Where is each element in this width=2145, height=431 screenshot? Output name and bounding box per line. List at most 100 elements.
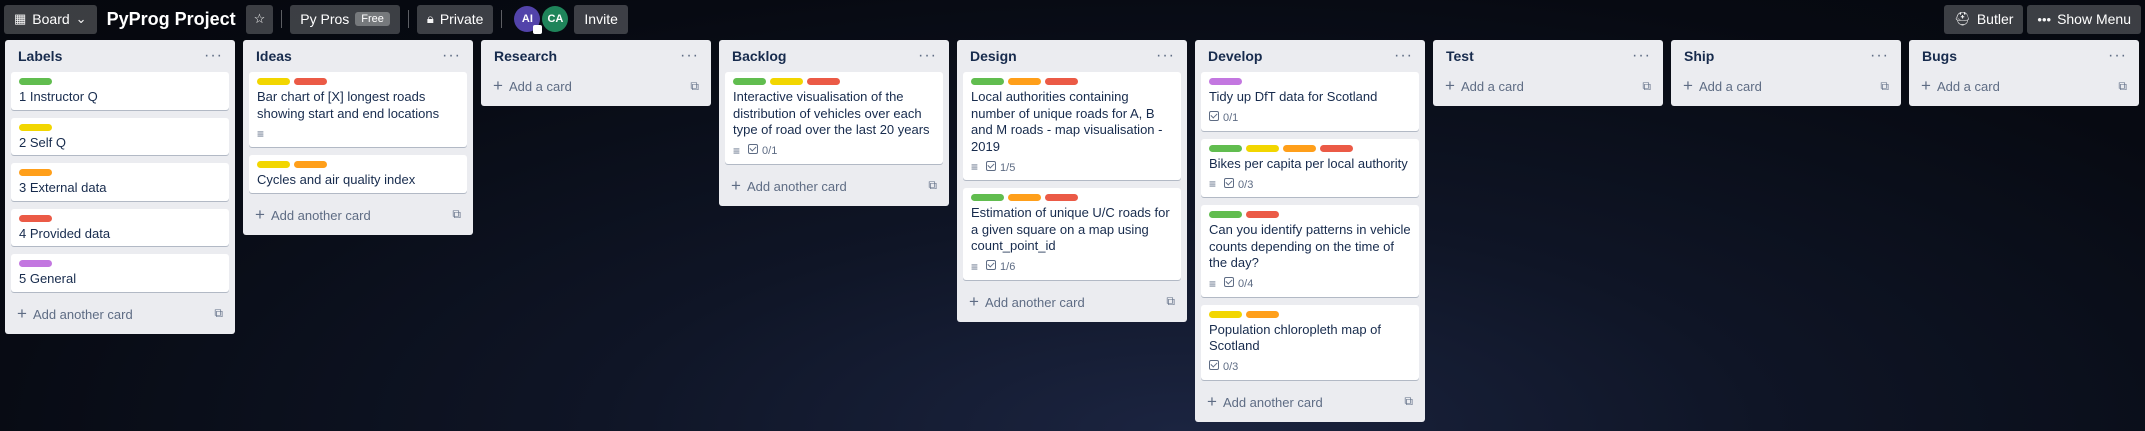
list-title[interactable]: Labels [18,48,62,64]
list-title[interactable]: Design [970,48,1017,64]
list-header[interactable]: Ideas ··· [249,40,467,72]
card-template-icon[interactable]: ⧉ [1880,79,1889,94]
more-icon[interactable]: ··· [1870,48,1889,64]
label-orange[interactable] [1283,144,1316,152]
label-red[interactable] [1045,194,1078,201]
card-labels [1209,310,1411,318]
label-yellow[interactable] [770,78,803,85]
card-template-icon[interactable]: ⧉ [214,306,223,321]
list-title[interactable]: Backlog [732,48,786,64]
more-icon[interactable]: ··· [1156,48,1175,64]
add-card-button[interactable]: + Add another card [17,304,133,324]
more-icon[interactable]: ··· [1632,48,1651,64]
label-yellow[interactable] [1209,310,1242,318]
butler-button[interactable]: ⛑ Butler [1944,4,2024,34]
invite-button[interactable]: Invite [574,4,628,34]
list-title[interactable]: Test [1446,48,1474,64]
list-card[interactable]: 3 External data [11,163,229,201]
star-button[interactable]: ☆ [245,4,274,34]
label-red[interactable] [19,214,52,222]
card-template-icon[interactable]: ⧉ [690,79,699,94]
list-card[interactable]: Bar chart of [X] longest roads showing s… [249,72,467,147]
add-card-button[interactable]: + Add a card [493,76,572,96]
card-template-icon[interactable]: ⧉ [452,207,461,222]
board-view-switcher[interactable]: ▦ Board ⌄ [4,4,97,34]
label-red[interactable] [1045,78,1078,85]
card-title: Can you identify patterns in vehicle cou… [1209,222,1411,270]
label-purple[interactable] [19,260,52,267]
add-card-button[interactable]: + Add another card [255,205,371,225]
more-icon[interactable]: ··· [2108,48,2127,64]
label-green[interactable] [971,194,1004,201]
label-orange[interactable] [1246,310,1279,318]
label-green[interactable] [1209,144,1242,152]
list-research: Research ··· + Add a card ⧉ [481,40,711,106]
list-header[interactable]: Develop ··· [1201,40,1419,72]
list-card[interactable]: 1 Instructor Q [11,72,229,110]
list-header[interactable]: Backlog ··· [725,40,943,72]
list-title[interactable]: Develop [1208,48,1262,64]
list-card[interactable]: Interactive visualisation of the distrib… [725,72,943,164]
avatar[interactable]: AI [514,6,543,34]
list-card[interactable]: Cycles and air quality index [249,155,467,193]
add-card-button[interactable]: + Add another card [969,292,1085,312]
list-card[interactable]: Can you identify patterns in vehicle cou… [1201,205,1419,297]
list-title[interactable]: Ship [1684,48,1714,64]
label-orange[interactable] [1008,194,1041,201]
add-card-button[interactable]: + Add another card [1207,392,1323,412]
more-icon[interactable]: ··· [1394,48,1413,64]
list-card[interactable]: Bikes per capita per local authority ≡ 0/3 [1201,138,1419,197]
card-template-icon[interactable]: ⧉ [928,178,937,193]
list-header[interactable]: Ship ··· [1677,40,1895,72]
label-red[interactable] [294,78,327,85]
more-icon[interactable]: ··· [204,48,223,64]
label-yellow[interactable] [257,161,290,168]
label-orange[interactable] [294,161,327,168]
list-card[interactable]: Population chloropleth map of Scotland 0/… [1201,304,1419,380]
add-card-button[interactable]: + Add a card [1921,76,2000,96]
label-yellow[interactable] [19,123,52,131]
list-title[interactable]: Ideas [256,48,292,64]
label-purple[interactable] [1209,78,1242,85]
label-green[interactable] [733,78,766,85]
list-title[interactable]: Bugs [1922,48,1957,64]
add-card-button[interactable]: + Add another card [731,176,847,196]
list-title[interactable]: Research [494,48,557,64]
label-yellow[interactable] [257,78,290,85]
card-template-icon[interactable]: ⧉ [1166,294,1175,309]
list-header[interactable]: Test ··· [1439,40,1657,72]
add-card-button[interactable]: + Add a card [1683,76,1762,96]
more-icon[interactable]: ··· [918,48,937,64]
label-green[interactable] [1209,211,1242,218]
card-template-icon[interactable]: ⧉ [1404,394,1413,409]
list-header[interactable]: Research ··· [487,40,705,72]
more-icon[interactable]: ··· [442,48,461,64]
label-yellow[interactable] [1246,144,1279,152]
label-orange[interactable] [19,169,52,176]
avatar[interactable]: CA [542,6,569,32]
card-template-icon[interactable]: ⧉ [1642,79,1651,94]
visibility-button[interactable]: 🔒︎ Private [416,4,494,34]
list-card[interactable]: 4 Provided data [11,208,229,246]
add-card-button[interactable]: + Add a card [1445,76,1524,96]
list-card[interactable]: Local authorities containing number of u… [963,72,1181,180]
more-icon[interactable]: ··· [680,48,699,64]
list-card[interactable]: 5 General [11,254,229,292]
label-green[interactable] [971,78,1004,85]
card-template-icon[interactable]: ⧉ [2118,79,2127,94]
description-icon: ≡ [257,127,265,141]
show-menu-button[interactable]: ••• Show Menu [2027,4,2141,34]
label-red[interactable] [1320,144,1353,152]
list-header[interactable]: Bugs ··· [1915,40,2133,72]
board-title[interactable]: PyProg Project [97,9,246,30]
label-red[interactable] [807,78,840,85]
list-header[interactable]: Design ··· [963,40,1181,72]
team-button[interactable]: Py Pros Free [290,4,400,34]
list-card[interactable]: Estimation of unique U/C roads for a giv… [963,188,1181,280]
list-card[interactable]: Tidy up DfT data for Scotland 0/1 [1201,72,1419,131]
label-green[interactable] [19,78,52,85]
label-orange[interactable] [1008,78,1041,85]
list-header[interactable]: Labels ··· [11,40,229,72]
list-card[interactable]: 2 Self Q [11,117,229,155]
label-red[interactable] [1246,211,1279,218]
